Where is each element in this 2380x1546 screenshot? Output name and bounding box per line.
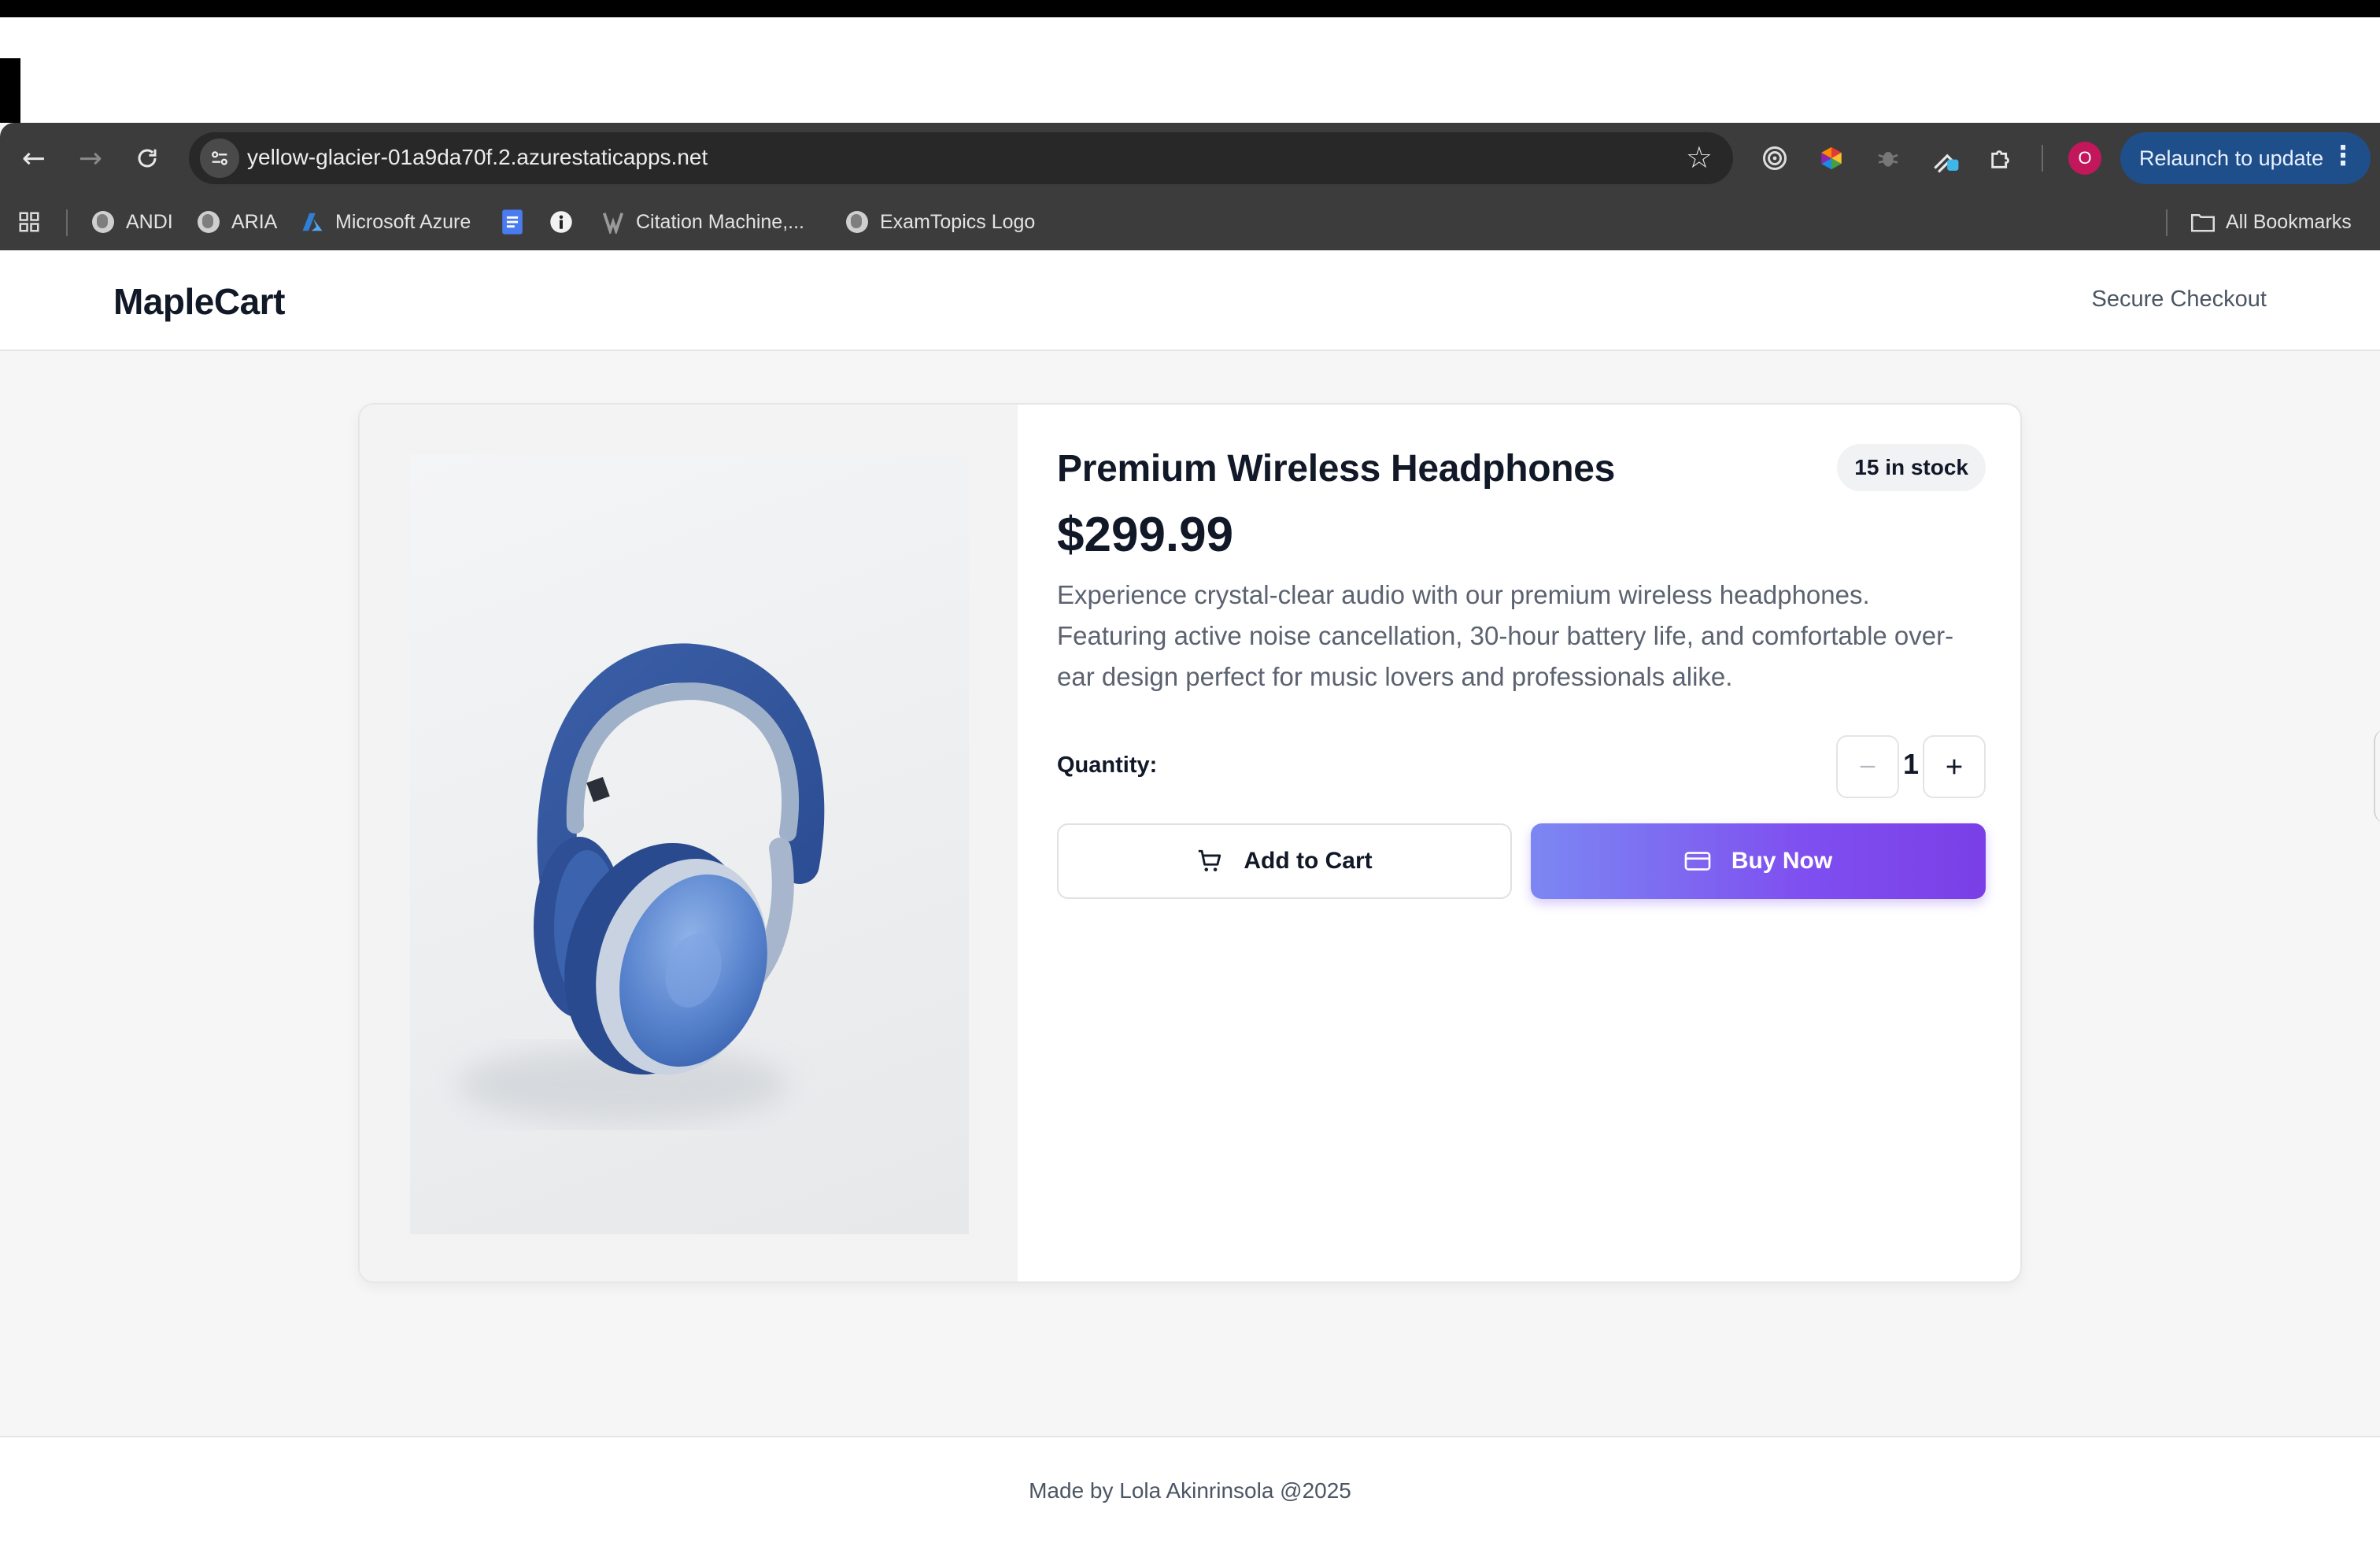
plus-icon (1946, 759, 1962, 775)
add-to-cart-button[interactable]: Add to Cart (1057, 823, 1512, 899)
product-image (410, 455, 969, 1234)
bookmark-info[interactable] (549, 208, 584, 236)
bookmark-label: Microsoft Azure (335, 210, 471, 233)
bookmarks-bar: ANDI ARIA Microsoft Azure Citation Machi… (0, 194, 2380, 250)
product-price: $299.99 (1057, 508, 1234, 562)
site-footer: Made by Lola Akinrinsola @2025 (0, 1436, 2380, 1546)
reload-button[interactable] (128, 139, 167, 178)
apps-grid-icon[interactable] (17, 208, 41, 236)
extensions-puzzle-icon[interactable] (1983, 140, 2020, 176)
globe-icon (845, 210, 869, 234)
footer-credit: Made by Lola Akinrinsola @2025 (1029, 1478, 1351, 1503)
globe-icon (91, 210, 115, 234)
bookmark-aria[interactable]: ARIA (197, 208, 277, 236)
bookmark-label: ARIA (231, 210, 278, 233)
bookmark-examtopics-logo[interactable]: ExamTopics Logo (845, 208, 1035, 236)
bookmark-andi[interactable]: ANDI (91, 208, 173, 236)
all-bookmarks-label: All Bookmarks (2226, 210, 2352, 233)
quantity-decrement-button[interactable] (1836, 735, 1899, 798)
more-menu-icon[interactable]: ⋮ (2330, 140, 2356, 172)
product-description: Experience crystal-clear audio with our … (1057, 580, 1954, 691)
extension-target-icon[interactable] (1757, 140, 1793, 176)
product-info: Premium Wireless Headphones 15 in stock … (1057, 405, 1986, 1282)
reload-icon (138, 149, 157, 168)
minus-icon (1860, 765, 1876, 768)
buy-now-button[interactable]: Buy Now (1531, 823, 1986, 899)
bookmark-docs[interactable] (501, 208, 535, 236)
credit-card-icon (1684, 850, 1711, 872)
info-icon (549, 210, 573, 234)
quantity-increment-button[interactable] (1923, 735, 1986, 798)
forward-button[interactable]: → (71, 139, 110, 178)
extension-eyedropper-icon[interactable] (1927, 140, 1963, 176)
url-text[interactable]: yellow-glacier-01a9da70f.2.azurestaticap… (247, 145, 708, 170)
secure-checkout-label: Secure Checkout (2091, 287, 2267, 312)
site-header: MapleCart Secure Checkout (0, 250, 2380, 351)
bookmarks-divider (66, 209, 68, 236)
quantity-label: Quantity: (1057, 753, 1158, 778)
browser-toolbar: ← → yellow-glacier-01a9da70f.2.azurestat… (0, 123, 2380, 194)
bookmark-microsoft-azure[interactable]: Microsoft Azure (301, 208, 471, 236)
cart-icon (1196, 848, 1223, 875)
docs-icon (501, 209, 524, 235)
buy-now-label: Buy Now (1731, 848, 1833, 874)
citation-icon (601, 210, 625, 234)
bookmark-label: Citation Machine,... (636, 210, 804, 233)
os-menu-bar (0, 0, 2380, 17)
bookmarks-divider (2166, 209, 2168, 236)
quantity-value: 1 (1902, 748, 1920, 780)
bookmark-label: ANDI (126, 210, 173, 233)
side-panel-handle[interactable] (2374, 729, 2380, 823)
all-bookmarks-button[interactable]: All Bookmarks (2191, 208, 2352, 236)
profile-avatar[interactable]: O (2068, 142, 2101, 175)
extension-bug-icon[interactable] (1870, 140, 1906, 176)
bookmark-citation-machine[interactable]: Citation Machine,... (601, 208, 804, 236)
bookmark-star-icon[interactable]: ☆ (1686, 140, 1713, 175)
extension-color-icon[interactable] (1813, 140, 1850, 176)
folder-icon (2191, 210, 2215, 234)
tab-strip (0, 17, 2380, 123)
product-title: Premium Wireless Headphones (1057, 448, 1616, 490)
globe-icon (197, 210, 220, 234)
product-card: Premium Wireless Headphones 15 in stock … (358, 403, 2022, 1283)
address-bar[interactable]: yellow-glacier-01a9da70f.2.azurestaticap… (189, 132, 1733, 184)
add-to-cart-label: Add to Cart (1244, 848, 1373, 874)
bookmark-label: ExamTopics Logo (880, 210, 1036, 233)
stock-badge: 15 in stock (1837, 444, 1986, 491)
back-button[interactable]: ← (14, 139, 54, 178)
relaunch-label: Relaunch to update (2139, 146, 2324, 170)
azure-icon (301, 210, 324, 234)
toolbar-divider (2042, 145, 2043, 172)
relaunch-to-update-button[interactable]: Relaunch to update ⋮ (2120, 132, 2371, 184)
site-settings-icon[interactable] (200, 139, 239, 178)
brand-logo[interactable]: MapleCart (113, 280, 285, 323)
product-media-panel (360, 405, 1018, 1282)
